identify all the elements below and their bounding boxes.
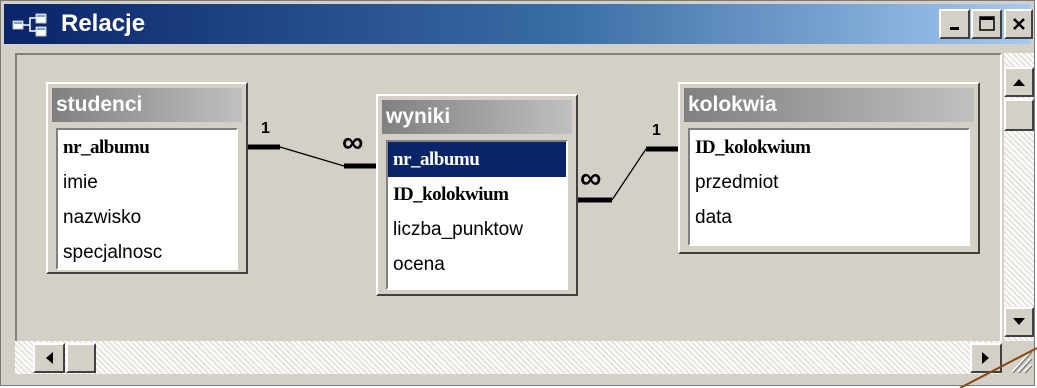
field-list-wyniki: nr_albumu ID_kolokwium liczba_punktow oc… [386,140,568,290]
vertical-scrollbar[interactable] [1004,53,1034,363]
field-nr-albumu[interactable]: nr_albumu [58,130,236,165]
horizontal-scroll-thumb[interactable] [66,343,96,373]
field-list-kolokwia: ID_kolokwium przedmiot data [688,128,970,246]
maximize-icon [978,16,995,31]
field-nazwisko[interactable]: nazwisko [58,200,236,235]
maximize-button[interactable] [971,9,1002,39]
scroll-down-button[interactable] [1004,307,1034,337]
scroll-right-button[interactable] [970,343,1002,373]
field-data[interactable]: data [690,200,968,235]
scroll-left-button[interactable] [33,343,65,373]
close-icon [1012,18,1025,30]
title-bar[interactable]: Relacje [4,4,1033,44]
horizontal-scrollbar[interactable] [15,341,1002,374]
vertical-scroll-thumb[interactable] [1004,99,1034,131]
cardinality-one-label: 1 [652,122,661,139]
table-studenci[interactable]: studenci nr_albumu imie nazwisko specjal… [46,82,248,274]
field-ocena[interactable]: ocena [388,247,566,282]
arrow-right-icon [982,352,989,364]
resize-grip-icon [1011,350,1033,374]
window-title: Relacje [61,10,146,37]
field-liczba-punktow[interactable]: liczba_punktow [388,212,566,247]
field-nr-albumu-selected[interactable]: nr_albumu [388,142,566,177]
minimize-icon [949,27,959,30]
relationships-icon [12,13,47,37]
field-imie[interactable]: imie [58,165,236,200]
table-title-kolokwia[interactable]: kolokwia [684,88,974,122]
table-title-wyniki[interactable]: wyniki [382,100,572,134]
table-title-studenci[interactable]: studenci [52,88,242,122]
field-specjalnosc[interactable]: specjalnosc [58,235,236,270]
size-grip[interactable] [1004,341,1034,374]
minimize-button[interactable] [939,9,970,39]
close-button[interactable] [1004,9,1033,39]
table-wyniki[interactable]: wyniki nr_albumu ID_kolokwium liczba_pun… [376,94,578,296]
cardinality-many-label: ∞ [342,126,364,159]
field-list-studenci: nr_albumu imie nazwisko specjalnosc [56,128,238,270]
arrow-down-icon [1013,318,1025,325]
arrow-left-icon [46,352,53,364]
field-przedmiot[interactable]: przedmiot [690,165,968,200]
table-kolokwia[interactable]: kolokwia ID_kolokwium przedmiot data [678,82,980,254]
cardinality-one-label: 1 [261,120,270,137]
cardinality-many-label: ∞ [580,162,602,195]
field-id-kolokwium[interactable]: ID_kolokwium [690,130,968,165]
scroll-up-button[interactable] [1004,67,1034,97]
arrow-up-icon [1013,79,1025,86]
field-id-kolokwium[interactable]: ID_kolokwium [388,177,566,212]
